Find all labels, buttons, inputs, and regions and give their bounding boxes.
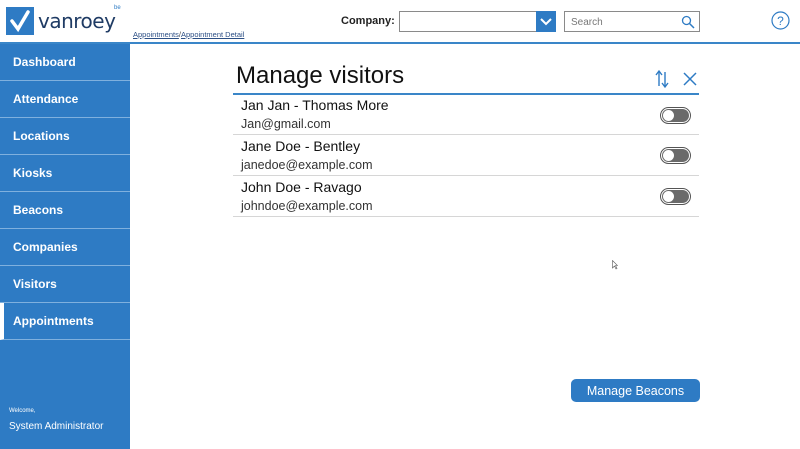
close-icon[interactable]	[681, 70, 699, 88]
visitor-name: John Doe - Ravago	[241, 179, 362, 195]
mouse-cursor-icon	[612, 257, 619, 270]
toggle-knob	[663, 110, 674, 121]
visitor-name: Jane Doe - Bentley	[241, 138, 361, 154]
visitor-toggle[interactable]	[660, 147, 691, 164]
top-header: vanroey be Appointments/Appointment Deta…	[0, 0, 800, 44]
sort-icon[interactable]	[653, 69, 671, 89]
manage-beacons-button[interactable]: Manage Beacons	[571, 379, 700, 402]
search-input[interactable]	[571, 15, 676, 29]
logo-check-icon	[6, 7, 34, 35]
logo-superscript: be	[114, 5, 121, 11]
search-icon[interactable]	[681, 15, 695, 29]
sidebar-item-visitors[interactable]: Visitors	[0, 266, 130, 303]
visitor-email: Jan@gmail.com	[241, 117, 331, 131]
sidebar-item-companies[interactable]: Companies	[0, 229, 130, 266]
sidebar-item-appointments[interactable]: Appointments	[0, 303, 130, 340]
sidebar-item-kiosks[interactable]: Kiosks	[0, 155, 130, 192]
visitor-row: Jan Jan - Thomas More Jan@gmail.com	[233, 95, 699, 135]
sidebar-item-attendance[interactable]: Attendance	[0, 81, 130, 118]
company-select[interactable]	[399, 11, 556, 32]
visitor-row: John Doe - Ravago johndoe@example.com	[233, 177, 699, 217]
visitor-row: Jane Doe - Bentley janedoe@example.com	[233, 136, 699, 176]
breadcrumb-appointment-detail[interactable]: Appointment Detail	[181, 30, 244, 39]
visitor-name: Jan Jan - Thomas More	[241, 97, 389, 113]
chevron-down-icon[interactable]	[536, 11, 556, 32]
visitor-toggle[interactable]	[660, 188, 691, 205]
visitor-email: johndoe@example.com	[241, 199, 373, 213]
welcome-label: Welcome,	[9, 408, 36, 414]
sidebar-item-beacons[interactable]: Beacons	[0, 192, 130, 229]
svg-text:?: ?	[777, 14, 784, 28]
page-title: Manage visitors	[236, 62, 405, 89]
breadcrumb-appointments[interactable]: Appointments	[133, 30, 179, 39]
toggle-knob	[663, 191, 674, 202]
user-name: System Administrator	[9, 421, 104, 432]
vanroey-logo[interactable]: vanroey	[6, 6, 122, 36]
sidebar-item-dashboard[interactable]: Dashboard	[0, 44, 130, 81]
company-label: Company:	[341, 15, 395, 27]
toggle-knob	[663, 150, 674, 161]
logo-text: vanroey	[38, 9, 116, 33]
sidebar-item-locations[interactable]: Locations	[0, 118, 130, 155]
visitor-toggle[interactable]	[660, 107, 691, 124]
visitor-email: janedoe@example.com	[241, 158, 373, 172]
help-icon[interactable]: ?	[771, 11, 790, 30]
search-box[interactable]	[564, 11, 700, 32]
breadcrumb: Appointments/Appointment Detail	[133, 30, 244, 39]
sidebar: Dashboard Attendance Locations Kiosks Be…	[0, 44, 130, 449]
